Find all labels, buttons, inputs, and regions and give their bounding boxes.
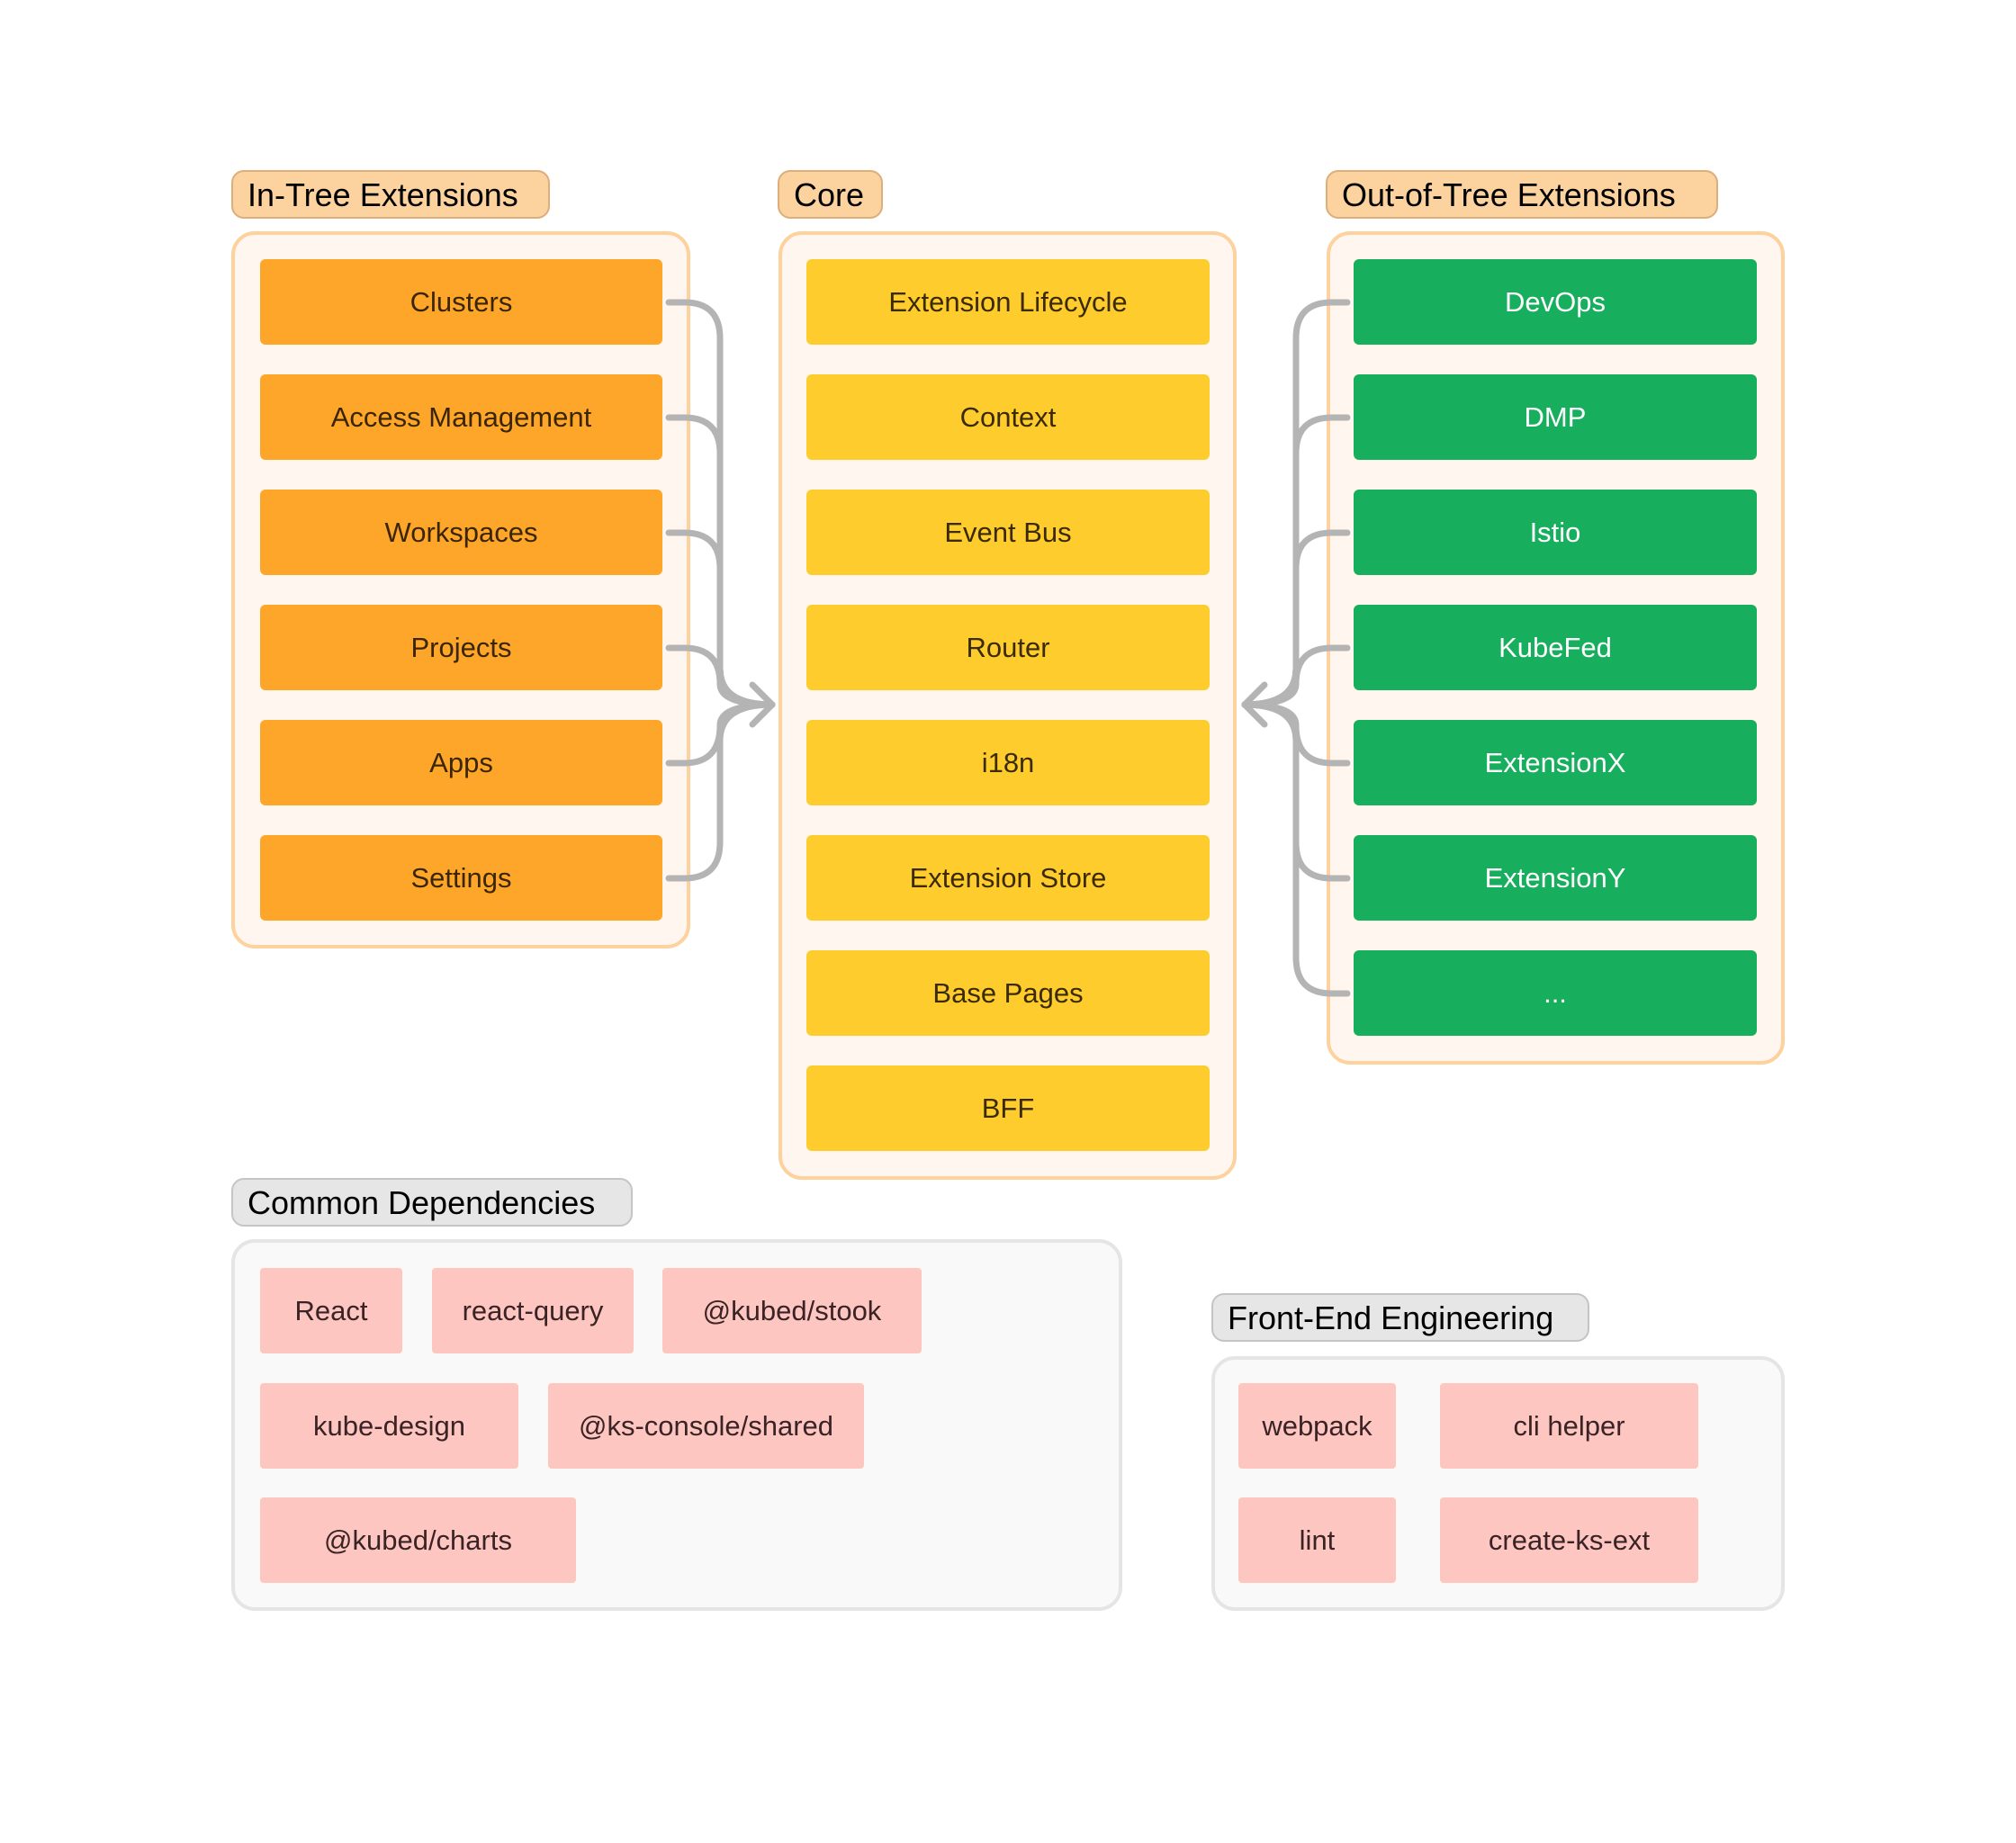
arrow-right-icon	[749, 681, 776, 728]
dependency-ks-console-shared[interactable]: @ks-console/shared	[548, 1383, 864, 1469]
in-tree-item-access-management[interactable]: Access Management	[260, 374, 662, 460]
out-of-tree-item-extensionx[interactable]: ExtensionX	[1354, 720, 1757, 805]
core-label: Core	[778, 170, 883, 219]
out-of-tree-item-dmp[interactable]: DMP	[1354, 374, 1757, 460]
out-of-tree-item-extensiony[interactable]: ExtensionY	[1354, 835, 1757, 921]
out-of-tree-item-istio[interactable]: Istio	[1354, 490, 1757, 575]
core-item-bff[interactable]: BFF	[806, 1065, 1210, 1151]
tool-lint[interactable]: lint	[1238, 1497, 1396, 1583]
dependency-react-query[interactable]: react-query	[432, 1268, 634, 1353]
in-tree-item-apps[interactable]: Apps	[260, 720, 662, 805]
core-item-extension-lifecycle[interactable]: Extension Lifecycle	[806, 259, 1210, 345]
tool-webpack[interactable]: webpack	[1238, 1383, 1396, 1469]
core-item-extension-store[interactable]: Extension Store	[806, 835, 1210, 921]
dependency-kubed-stook[interactable]: @kubed/stook	[662, 1268, 922, 1353]
in-tree-extensions-label: In-Tree Extensions	[231, 170, 550, 219]
dependency-kube-design[interactable]: kube-design	[260, 1383, 518, 1469]
arrow-left-icon	[1241, 681, 1268, 728]
in-tree-item-projects[interactable]: Projects	[260, 605, 662, 690]
core-item-event-bus[interactable]: Event Bus	[806, 490, 1210, 575]
common-dependencies-label: Common Dependencies	[231, 1178, 633, 1227]
core-item-i18n[interactable]: i18n	[806, 720, 1210, 805]
core-item-base-pages[interactable]: Base Pages	[806, 950, 1210, 1036]
in-tree-item-workspaces[interactable]: Workspaces	[260, 490, 662, 575]
dependency-kubed-charts[interactable]: @kubed/charts	[260, 1497, 576, 1583]
front-end-engineering-label: Front-End Engineering	[1211, 1293, 1589, 1342]
dependency-react[interactable]: React	[260, 1268, 402, 1353]
in-tree-item-clusters[interactable]: Clusters	[260, 259, 662, 345]
core-item-context[interactable]: Context	[806, 374, 1210, 460]
tool-create-ks-ext[interactable]: create-ks-ext	[1440, 1497, 1698, 1583]
out-of-tree-item-more[interactable]: ...	[1354, 950, 1757, 1036]
tool-cli-helper[interactable]: cli helper	[1440, 1383, 1698, 1469]
out-of-tree-extensions-label: Out-of-Tree Extensions	[1326, 170, 1718, 219]
in-tree-item-settings[interactable]: Settings	[260, 835, 662, 921]
out-of-tree-item-devops[interactable]: DevOps	[1354, 259, 1757, 345]
core-item-router[interactable]: Router	[806, 605, 1210, 690]
out-of-tree-item-kubefed[interactable]: KubeFed	[1354, 605, 1757, 690]
